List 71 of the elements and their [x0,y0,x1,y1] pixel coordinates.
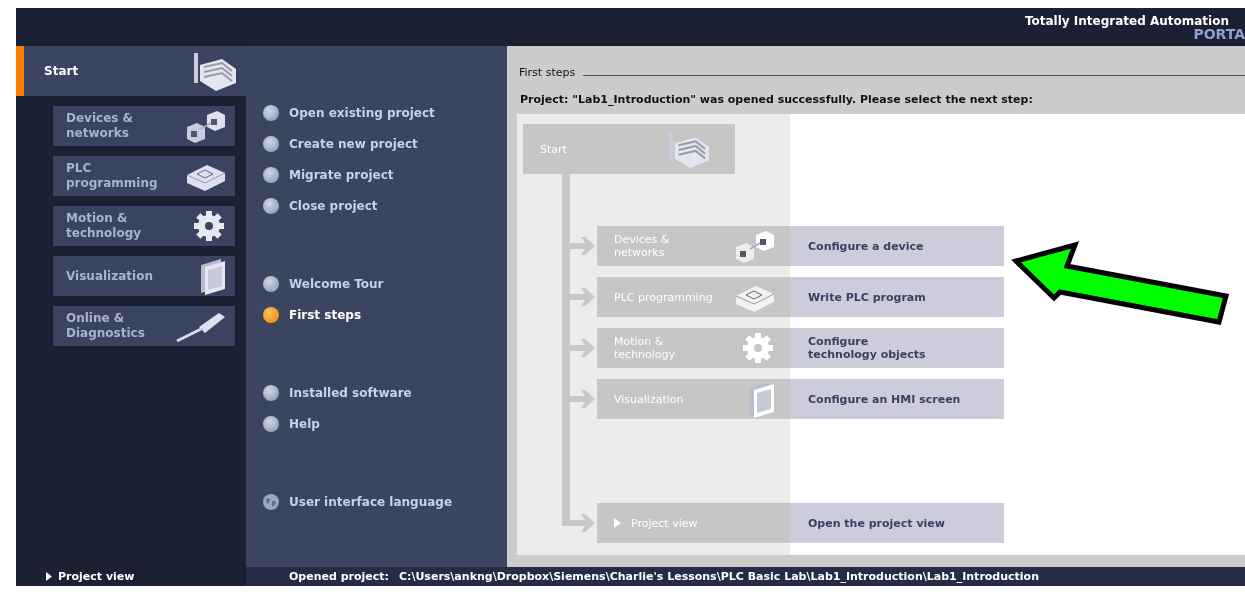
step-action: Write PLC program [808,290,926,304]
triangle-icon [614,518,621,528]
action-link[interactable]: Help [263,415,507,433]
bullet-icon [263,307,279,323]
portal-item-label: Visualization [66,268,153,284]
action-link[interactable]: Welcome Tour [263,275,507,293]
bullet-icon [263,167,279,183]
portal-item[interactable]: PLC programming [53,156,235,196]
branch-arrow [567,337,595,359]
status-message: Project: "Lab1_Introduction" was opened successfully. Please select the next step: [519,92,1034,108]
section-title: First steps [519,66,576,79]
action-label: First steps [289,308,362,322]
action-link[interactable]: Installed software [263,384,507,402]
action-link[interactable]: Close project [263,197,507,215]
action-label: Welcome Tour [289,277,384,291]
gear-icon [740,331,776,365]
globe-icon [263,494,279,510]
action-label: Installed software [289,386,412,400]
action-label: User interface language [289,495,453,509]
step-label: Devices & networks [614,233,671,259]
portal-item-label: Motion & technology [66,211,142,241]
step-action: Configure an HMI screen [808,392,961,406]
action-label: Migrate project [289,168,394,182]
step-action: Configure a device [808,239,924,253]
step-action: Configure technology objects [808,335,926,361]
portal-item[interactable]: Online & Diagnostics [53,306,235,346]
bullet-icon [263,105,279,121]
start-tab[interactable]: Start [16,46,246,96]
gear-icon [191,209,227,243]
bullet-icon [263,385,279,401]
action-link[interactable]: Open existing project [263,104,507,122]
step-label: Project view [631,516,699,530]
action-link[interactable]: Create new project [263,135,507,153]
branch-arrow [567,388,595,410]
branch-arrow [567,512,595,534]
action-link[interactable]: Migrate project [263,166,507,184]
portal-item[interactable]: Motion & technology [53,206,235,246]
action-link[interactable]: User interface language [263,493,507,511]
status-label: Opened project: [289,570,389,583]
start-box-label: Start [540,142,567,156]
portal-item-label: PLC programming [66,161,158,191]
factory-icon [667,130,711,168]
project-view-link[interactable]: Project view [16,567,246,586]
product-subtitle: PORTA [1193,28,1245,41]
bullet-icon [263,198,279,214]
portal-item[interactable]: Devices & networks [53,106,235,146]
branch-arrow [567,286,595,308]
start-label: Start [44,64,79,78]
step-label: PLC programming [614,290,714,304]
branch-arrow [567,235,595,257]
project-view-label: Project view [58,570,135,583]
action-link[interactable]: First steps [263,306,507,324]
action-label: Help [289,417,320,431]
action-label: Create new project [289,137,418,151]
cubes-icon [734,229,776,263]
bullet-icon [263,276,279,292]
portal-item-label: Online & Diagnostics [66,311,145,341]
step-action: Open the project view [808,516,945,530]
step-label: Visualization [614,392,685,406]
portal-item-label: Devices & networks [66,111,134,141]
triangle-icon [46,572,52,581]
portal-item[interactable]: Visualization [53,256,235,296]
project-path: C:\Users\ankng\Dropbox\Siemens\Charlie's Lessons\PLC Basic Lab\Lab1_Introduction\Lab1_Introduction [398,570,1039,583]
step-label: Motion & technology [614,335,677,361]
bullet-icon [263,416,279,432]
product-title: Totally Integrated Automation [1024,14,1229,28]
bullet-icon [263,136,279,152]
cubes-icon [185,109,227,143]
action-label: Close project [289,199,378,213]
action-label: Open existing project [289,106,435,120]
factory-icon [192,51,238,91]
